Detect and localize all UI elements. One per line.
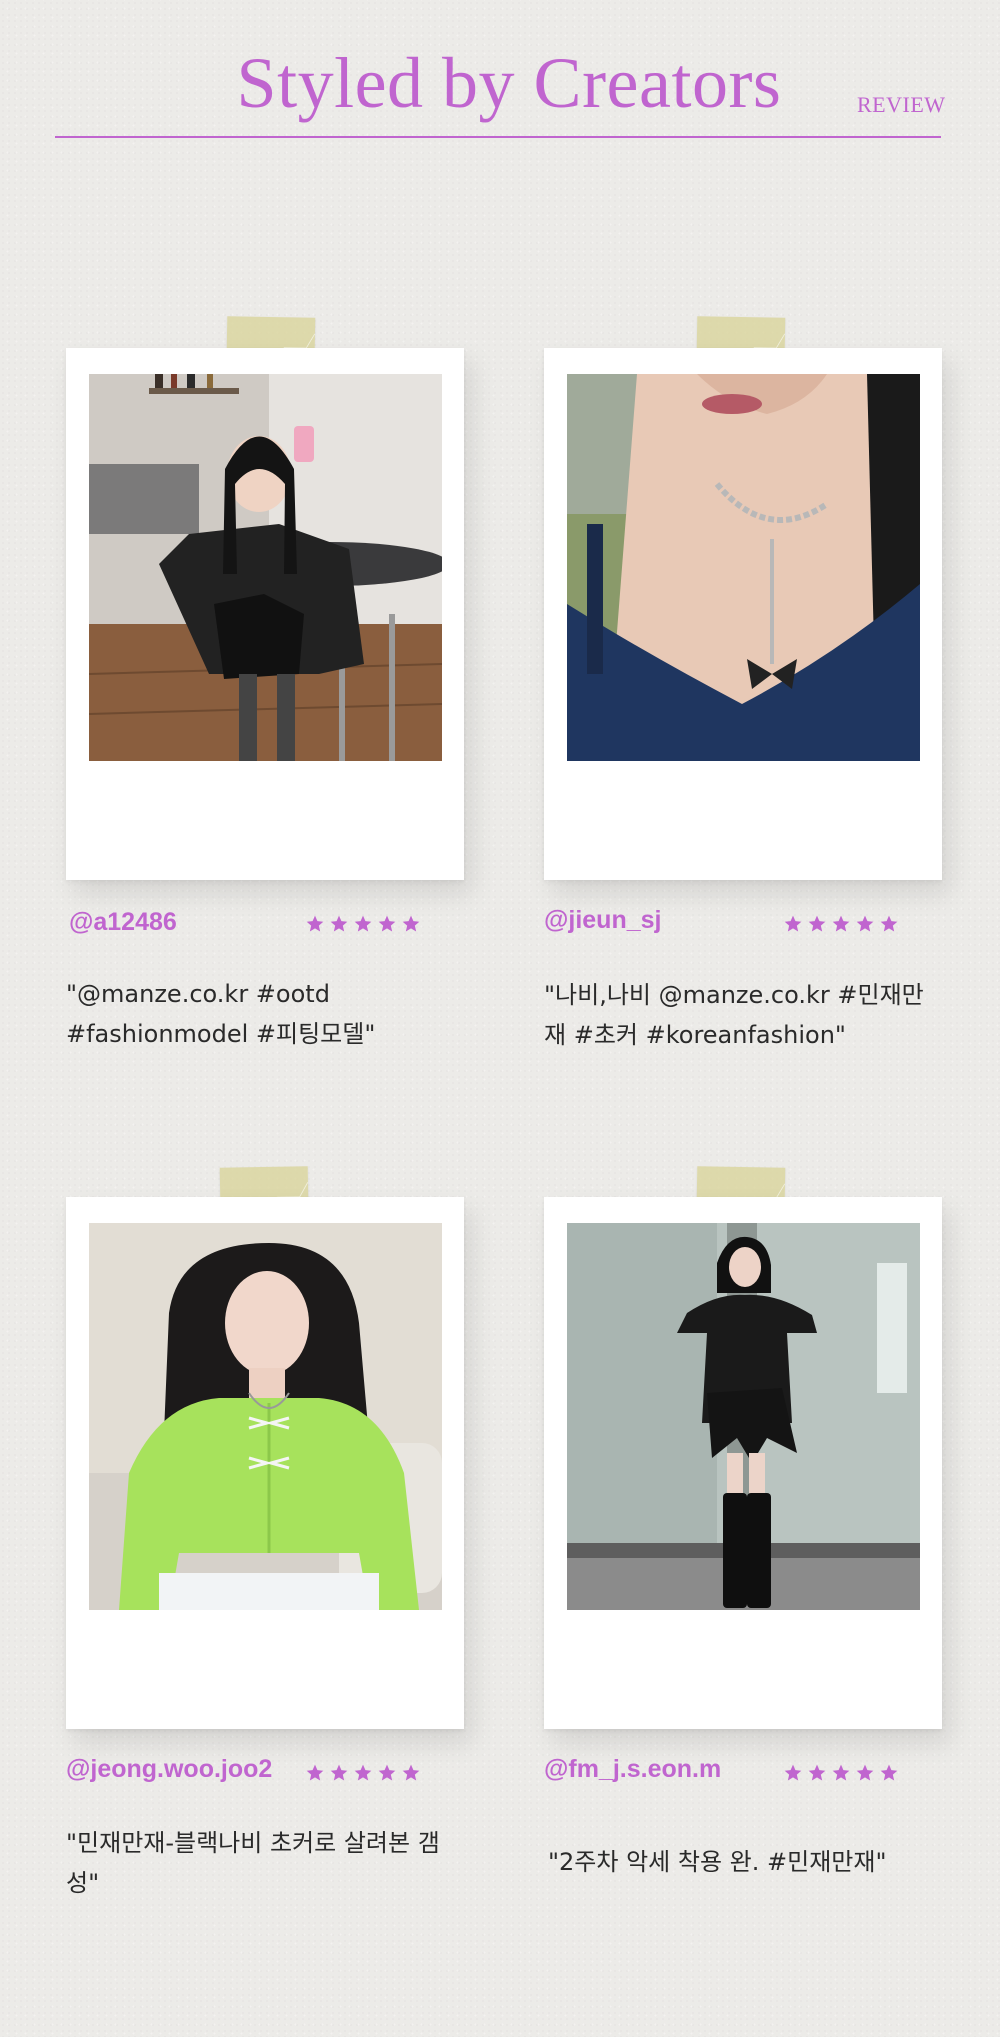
review-photo[interactable]: [89, 1223, 442, 1610]
star-icon: [784, 1764, 802, 1781]
review-photo[interactable]: [89, 374, 442, 761]
polaroid-card[interactable]: [66, 348, 464, 880]
review-photo[interactable]: [567, 374, 920, 761]
review-quote: "2주차 악세 착용 완. #민재만재": [548, 1848, 887, 1876]
star-icon: [880, 915, 898, 932]
review-quote: "@manze.co.kr #ootd #fashionmodel #피팅모델": [66, 980, 376, 1048]
star-icon: [378, 1764, 396, 1781]
polaroid-card[interactable]: [544, 348, 942, 880]
title-divider: [55, 136, 941, 138]
polaroid-card[interactable]: [544, 1197, 942, 1729]
review-quote: "민재만재-블랙나비 초커로 살려본 갬성": [66, 1829, 440, 1897]
star-rating: [305, 1763, 421, 1783]
star-icon: [784, 915, 802, 932]
creator-handle[interactable]: @jieun_sj: [544, 906, 661, 935]
review-tag: REVIEW: [857, 92, 946, 117]
star-icon: [808, 1764, 826, 1781]
star-icon: [354, 1764, 372, 1781]
star-rating: [783, 914, 899, 934]
star-rating: [305, 914, 421, 934]
tape-strip: [696, 316, 786, 352]
star-icon: [808, 915, 826, 932]
star-icon: [378, 915, 396, 932]
star-icon: [856, 915, 874, 932]
star-icon: [832, 915, 850, 932]
star-icon: [330, 1764, 348, 1781]
polaroid-card[interactable]: [66, 1197, 464, 1729]
creator-handle[interactable]: @a12486: [69, 908, 177, 937]
creator-handle[interactable]: @jeong.woo.joo2: [66, 1755, 272, 1784]
star-icon: [880, 1764, 898, 1781]
review-photo[interactable]: [567, 1223, 920, 1610]
page-title: Styled by Creators: [236, 43, 782, 123]
star-rating: [783, 1763, 899, 1783]
star-icon: [354, 915, 372, 932]
star-icon: [330, 915, 348, 932]
star-icon: [402, 1764, 420, 1781]
review-quote: "나비,나비 @manze.co.kr #민재만재 #초커 #koreanfas…: [544, 981, 924, 1049]
star-icon: [402, 915, 420, 932]
star-icon: [856, 1764, 874, 1781]
creator-handle[interactable]: @fm_j.s.eon.m: [544, 1755, 721, 1784]
star-icon: [306, 915, 324, 932]
star-icon: [832, 1764, 850, 1781]
tape-strip: [226, 316, 316, 352]
star-icon: [306, 1764, 324, 1781]
